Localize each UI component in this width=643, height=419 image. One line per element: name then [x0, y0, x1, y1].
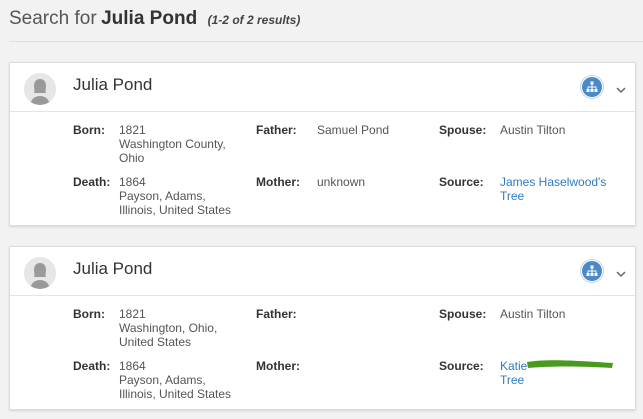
source-label: Source:: [439, 175, 484, 189]
tree-view-button[interactable]: [580, 75, 604, 99]
born-value: 1821 Washington County, Ohio: [119, 123, 239, 165]
chevron-down-icon[interactable]: [616, 81, 626, 99]
tree-icon: [582, 77, 602, 97]
result-count: (1-2 of 2 results): [207, 13, 301, 27]
source-link[interactable]: James Haselwood's Tree: [500, 175, 625, 203]
avatar-female-icon: [24, 257, 56, 289]
redaction-scribble: [527, 360, 613, 368]
mother-label: Mother:: [256, 359, 300, 373]
death-year: 1864: [119, 359, 146, 373]
spouse-label: Spouse:: [439, 123, 487, 137]
born-place: Washington, Ohio, United States: [119, 321, 218, 349]
mother-label: Mother:: [256, 175, 300, 189]
mother-value: unknown: [317, 175, 366, 189]
search-prefix: Search for: [9, 8, 97, 29]
death-label: Death:: [73, 175, 111, 189]
born-place: Washington County, Ohio: [119, 137, 226, 165]
chevron-down-icon[interactable]: [616, 265, 626, 283]
tree-view-button[interactable]: [580, 259, 604, 283]
death-value: 1864 Payson, Adams, Illinois, United Sta…: [119, 359, 239, 401]
result-card[interactable]: Julia Pond Born: 1821 Washington, Ohio, …: [9, 246, 636, 410]
death-label: Death:: [73, 359, 111, 373]
source-link-end[interactable]: Tree: [500, 373, 625, 387]
born-value: 1821 Washington, Ohio, United States: [119, 307, 239, 349]
result-card-header[interactable]: Julia Pond: [10, 63, 635, 112]
born-year: 1821: [119, 123, 146, 137]
father-label: Father:: [256, 307, 297, 321]
born-label: Born:: [73, 307, 105, 321]
death-place: Payson, Adams, Illinois, United States: [119, 373, 232, 401]
spouse-value: Austin Tilton: [500, 123, 566, 137]
father-label: Father:: [256, 123, 297, 137]
death-year: 1864: [119, 175, 146, 189]
source-label: Source:: [439, 359, 484, 373]
spouse-value: Austin Tilton: [500, 307, 566, 321]
person-name[interactable]: Julia Pond: [73, 75, 152, 95]
result-card-header[interactable]: Julia Pond: [10, 247, 635, 296]
search-header: Search for Julia Pond (1-2 of 2 results): [9, 8, 643, 42]
result-card[interactable]: Julia Pond Born: 1821 Washington County,…: [9, 62, 636, 226]
born-label: Born:: [73, 123, 105, 137]
search-query-name: Julia Pond: [101, 8, 198, 29]
death-place: Payson, Adams, Illinois, United States: [119, 189, 232, 217]
person-name[interactable]: Julia Pond: [73, 259, 152, 279]
father-value: Samuel Pond: [317, 123, 390, 137]
death-value: 1864 Payson, Adams, Illinois, United Sta…: [119, 175, 239, 217]
tree-icon: [582, 261, 602, 281]
spouse-label: Spouse:: [439, 307, 487, 321]
born-year: 1821: [119, 307, 146, 321]
avatar-female-icon: [24, 73, 56, 105]
